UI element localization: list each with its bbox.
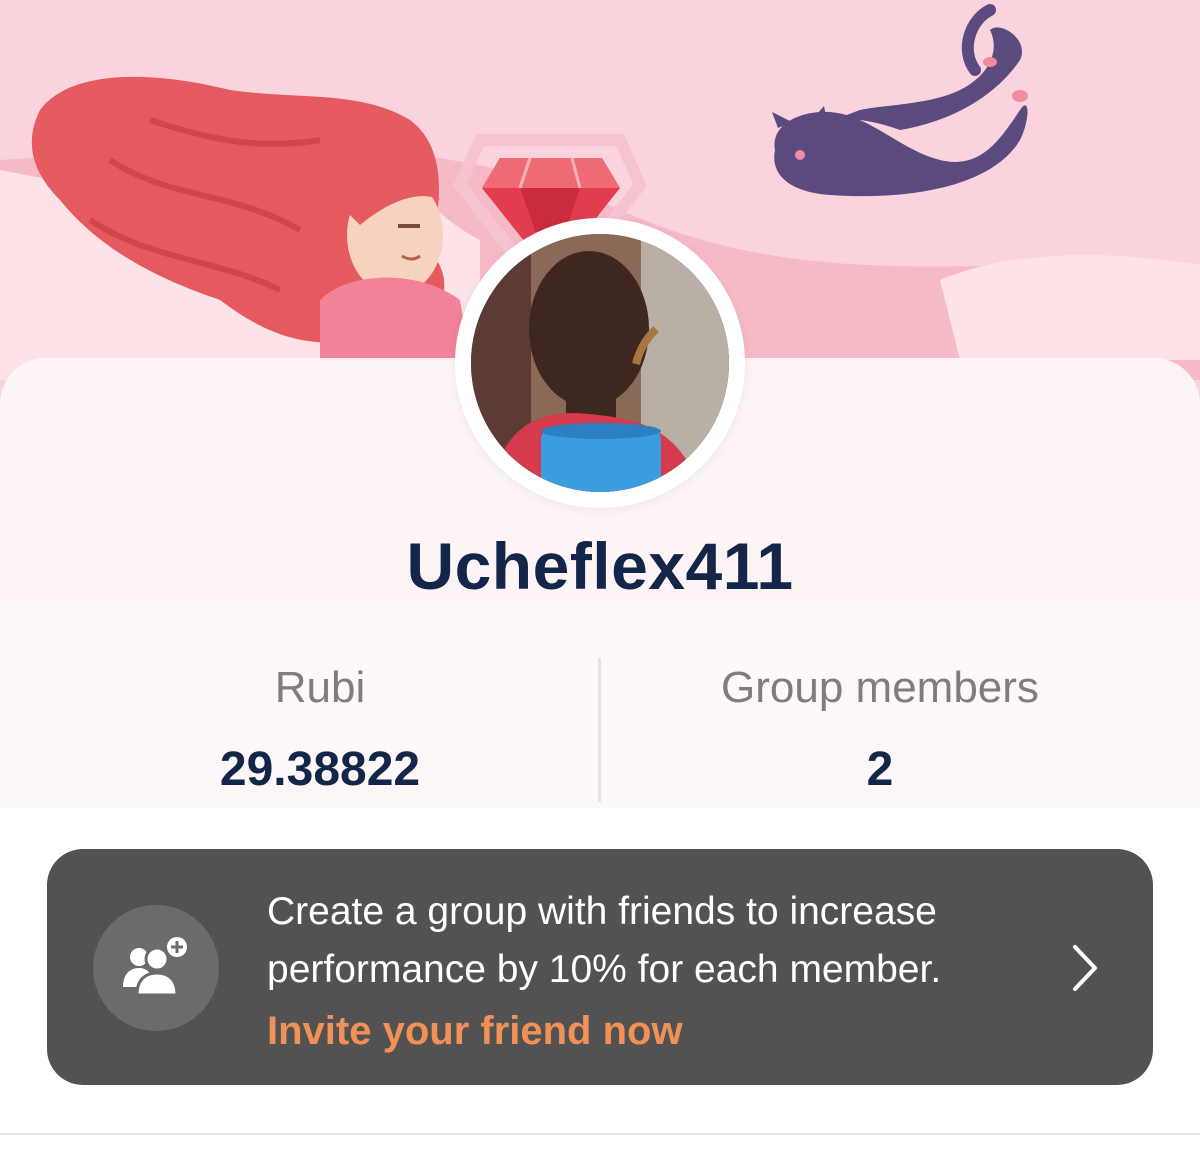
bottom-divider xyxy=(0,1133,1200,1135)
group-members-stat[interactable]: Group members 2 xyxy=(630,660,1130,798)
add-group-icon xyxy=(123,937,187,997)
stat-divider xyxy=(598,658,601,802)
add-group-icon-badge xyxy=(93,905,219,1031)
rubi-value: 29.38822 xyxy=(219,743,421,796)
group-members-value: 2 xyxy=(866,743,894,796)
invite-friend-link[interactable]: Invite your friend now xyxy=(267,1003,683,1059)
group-members-label: Group members xyxy=(721,663,1039,712)
chevron-right-icon[interactable] xyxy=(1065,943,1105,993)
avatar-photo xyxy=(471,234,729,492)
invite-friends-banner[interactable]: Create a group with friends to increase … xyxy=(47,849,1153,1085)
profile-screen: Ucheflex411 Rubi 29.38822 Group members … xyxy=(0,0,1200,1155)
username: Ucheflex411 xyxy=(406,529,794,603)
invite-description: Create a group with friends to increase … xyxy=(267,890,942,991)
rubi-stat: Rubi 29.38822 xyxy=(70,660,570,798)
rubi-label: Rubi xyxy=(274,663,366,712)
avatar[interactable] xyxy=(455,218,745,508)
